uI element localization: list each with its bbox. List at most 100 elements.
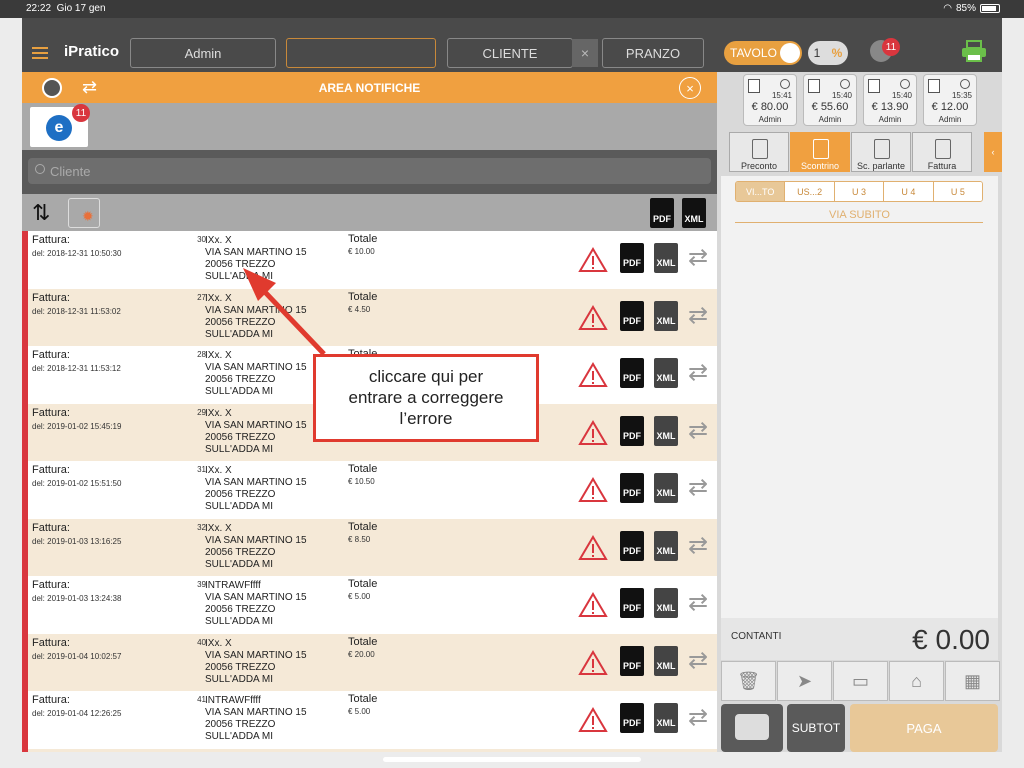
resend-icon[interactable]: ⇄ bbox=[688, 243, 708, 273]
doc-tab[interactable]: Fattura bbox=[912, 132, 972, 172]
course-tabs: VI...TO US...2 U 3U 4U 5 bbox=[735, 181, 983, 202]
pdf-icon[interactable]: PDF bbox=[620, 645, 644, 676]
xml-icon[interactable]: XML bbox=[654, 645, 678, 676]
xml-icon[interactable]: XML bbox=[654, 243, 678, 273]
invoice-date: del: 2019-01-04 12:26:25 bbox=[32, 709, 122, 718]
warning-icon[interactable] bbox=[578, 247, 608, 273]
table-toggle[interactable]: TAVOLO bbox=[724, 41, 802, 65]
warning-icon[interactable] bbox=[578, 362, 608, 388]
invoice-row[interactable]: Fattura: del: 2019-01-03 13:16:25 32 IXx. X… bbox=[22, 518, 717, 576]
invoice-row[interactable]: Fattura: del: 2019-01-03 13:24:38 39 INTRAW… bbox=[22, 576, 717, 634]
customer-button[interactable]: CLIENTE bbox=[447, 38, 573, 68]
invoice-date: del: 2019-01-03 13:16:25 bbox=[32, 536, 122, 546]
warning-icon[interactable] bbox=[578, 592, 608, 618]
app-screen: 22:22 Gio 17 gen ◠ 85% iPratico Admin CL… bbox=[0, 0, 1024, 768]
customer-name: IXx. X bbox=[205, 292, 232, 304]
warning-icon[interactable] bbox=[578, 477, 608, 503]
invoice-row[interactable]: Fattura: Totale bbox=[22, 748, 717, 752]
resend-icon[interactable]: ⇄ bbox=[688, 416, 708, 446]
course-tab[interactable]: VI...TO bbox=[736, 182, 786, 201]
drawer-button[interactable]: ▭ bbox=[833, 661, 888, 701]
gear-icon: ✹ bbox=[82, 208, 94, 224]
warning-icon[interactable] bbox=[578, 707, 608, 733]
table-toggle-label: TAVOLO bbox=[730, 46, 777, 60]
invoice-label: Fattura: bbox=[32, 579, 70, 591]
xml-icon[interactable]: XML bbox=[654, 415, 678, 446]
xml-icon[interactable]: XML bbox=[654, 473, 678, 503]
qr-button[interactable]: ▦ bbox=[945, 661, 1000, 701]
pdf-icon[interactable]: PDF bbox=[620, 473, 644, 503]
invoice-row[interactable]: Fattura: del: 2018-12-31 11:53:02 27 IXx. X… bbox=[22, 288, 717, 346]
annotation-line-3: l’errore bbox=[399, 409, 453, 428]
receipt-user: Admin bbox=[878, 115, 902, 124]
pdf-icon[interactable]: PDF bbox=[620, 415, 644, 446]
resend-icon[interactable]: ⇄ bbox=[688, 588, 708, 618]
receipt-time: 15:40 bbox=[831, 91, 852, 100]
pdf-icon[interactable]: PDF bbox=[620, 703, 644, 733]
resend-icon[interactable]: ⇄ bbox=[688, 646, 708, 676]
customer-addr3: SULL'ADDA MI bbox=[205, 616, 274, 627]
doc-tab-icon bbox=[874, 139, 890, 159]
wallet-button[interactable] bbox=[721, 704, 783, 752]
customer-addr3: SULL'ADDA MI bbox=[205, 731, 274, 742]
close-button[interactable]: × bbox=[679, 77, 701, 99]
pdf-icon[interactable]: PDF bbox=[620, 300, 644, 331]
home-indicator[interactable] bbox=[383, 757, 641, 762]
resend-icon[interactable]: ⇄ bbox=[688, 703, 708, 733]
pdf-icon[interactable]: PDF bbox=[620, 358, 644, 388]
search-input[interactable] bbox=[28, 158, 711, 184]
operator-button[interactable]: Admin bbox=[130, 38, 276, 68]
doc-tab[interactable]: Sc. parlante bbox=[851, 132, 911, 172]
receipt-card[interactable]: 15:40 € 55.60 Admin bbox=[803, 74, 857, 126]
printer-icon[interactable] bbox=[960, 40, 988, 62]
doc-tab[interactable]: Scontrino bbox=[790, 132, 850, 172]
warning-icon[interactable] bbox=[578, 534, 608, 561]
trash-button[interactable]: 🗑 bbox=[721, 661, 776, 701]
side-tab[interactable]: ‹ bbox=[984, 132, 1002, 172]
xml-icon[interactable]: XML bbox=[654, 358, 678, 388]
course-tab[interactable]: U 5 bbox=[933, 182, 982, 201]
resend-icon[interactable]: ⇄ bbox=[688, 473, 708, 503]
pdf-icon[interactable]: PDF bbox=[620, 243, 644, 273]
invoice-row[interactable]: Fattura: del: 2019-01-04 12:26:25 41 INTRAW… bbox=[22, 691, 717, 749]
course-tab[interactable]: U 3 bbox=[834, 182, 885, 201]
xml-icon[interactable]: XML bbox=[654, 530, 678, 561]
pay-button[interactable]: PAGA bbox=[850, 704, 998, 752]
export-pdf-button[interactable]: PDF bbox=[650, 198, 674, 228]
xml-icon[interactable]: XML bbox=[654, 588, 678, 618]
xml-icon[interactable]: XML bbox=[654, 703, 678, 733]
invoice-date: del: 2018-12-31 10:50:30 bbox=[32, 249, 122, 258]
resend-icon[interactable]: ⇄ bbox=[688, 301, 708, 331]
course-tab[interactable]: U 4 bbox=[884, 182, 934, 201]
warning-icon[interactable] bbox=[578, 304, 608, 331]
invoice-date: del: 2019-01-04 10:02:57 bbox=[32, 651, 122, 661]
receipt-card[interactable]: 15:40 € 13.90 Admin bbox=[863, 74, 917, 126]
bag-button[interactable]: ⌂ bbox=[889, 661, 944, 701]
pdf-icon[interactable]: PDF bbox=[620, 530, 644, 561]
menu-icon[interactable] bbox=[32, 47, 48, 62]
sort-icon[interactable]: ⇅ bbox=[32, 202, 50, 224]
doc-tab[interactable]: Preconto bbox=[729, 132, 789, 172]
course-tab[interactable]: US...2 bbox=[785, 182, 835, 201]
invoice-row[interactable]: Fattura: del: 2019-01-04 10:02:57 40 IXx. X… bbox=[22, 633, 717, 691]
receipt-amount: € 55.60 bbox=[811, 101, 849, 113]
receipt-card[interactable]: 15:35 € 12.00 Admin bbox=[923, 74, 977, 126]
customer-addr2: 20056 TREZZO bbox=[205, 661, 276, 673]
pdf-icon[interactable]: PDF bbox=[620, 588, 644, 618]
customer-clear-button[interactable]: × bbox=[572, 39, 598, 67]
warning-icon[interactable] bbox=[578, 649, 608, 676]
subtotal-button[interactable]: SUBTOT bbox=[787, 704, 845, 752]
invoice-row[interactable]: Fattura: del: 2018-12-31 10:50:30 30 IXx. X… bbox=[22, 231, 717, 289]
receipt-card[interactable]: 15:41 € 80.00 Admin bbox=[743, 74, 797, 126]
warning-icon[interactable] bbox=[578, 419, 608, 446]
export-xml-button[interactable]: XML bbox=[682, 198, 706, 228]
invoice-row[interactable]: Fattura: del: 2019-01-02 15:51:50 31 IXx. X… bbox=[22, 461, 717, 519]
covers-percent-button[interactable]: 1% bbox=[808, 41, 848, 65]
send-button[interactable]: ➤ bbox=[777, 661, 832, 701]
receipt-user: Admin bbox=[818, 115, 842, 124]
resend-icon[interactable]: ⇄ bbox=[688, 358, 708, 388]
resend-icon[interactable]: ⇄ bbox=[688, 531, 708, 561]
table-name-field[interactable] bbox=[286, 38, 436, 68]
service-button[interactable]: PRANZO bbox=[602, 38, 704, 68]
xml-icon[interactable]: XML bbox=[654, 300, 678, 331]
